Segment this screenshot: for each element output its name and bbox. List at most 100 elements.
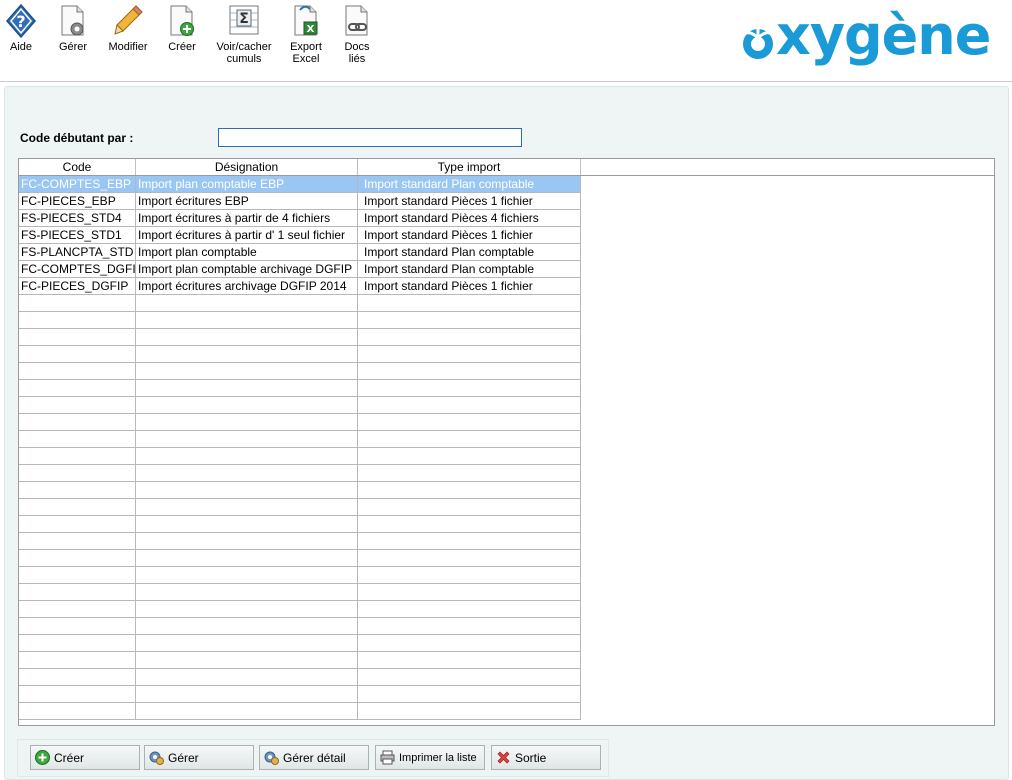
empty-table-row[interactable] [19, 295, 581, 312]
table-row[interactable]: FC-COMPTES_EBP Import plan comptable EBP I… [19, 176, 581, 193]
cell-code [19, 414, 136, 430]
cell-designation [136, 380, 358, 396]
cell-type-import: Import standard Pièces 1 fichier [358, 193, 581, 209]
cell-designation [136, 431, 358, 447]
cell-type-import [358, 397, 581, 413]
modify-toolbar-button[interactable]: Modifier [108, 2, 148, 53]
excel-export-icon: X [289, 2, 323, 40]
cell-type-import: Import standard Plan comptable [358, 244, 581, 260]
empty-table-row[interactable] [19, 499, 581, 516]
cell-designation [136, 601, 358, 617]
help-diamond-icon: ? [4, 2, 38, 40]
empty-table-row[interactable] [19, 312, 581, 329]
empty-table-row[interactable] [19, 431, 581, 448]
action-bar: Créer Gérer Gérer détail Imprimer la lis… [17, 739, 609, 777]
manage-button[interactable]: Gérer [144, 745, 254, 770]
cell-type-import [358, 652, 581, 668]
toggle-cumuls-button[interactable]: Σ Voir/cacher cumuls [215, 2, 273, 65]
table-row[interactable]: FC-PIECES_EBP Import écritures EBP Import … [19, 193, 581, 210]
cell-type-import [358, 703, 581, 719]
cell-designation: Import écritures EBP [136, 193, 358, 209]
cell-code: FC-COMPTES_EBP [19, 176, 136, 192]
empty-table-row[interactable] [19, 601, 581, 618]
cell-type-import [358, 414, 581, 430]
cell-code [19, 618, 136, 634]
cell-type-import [358, 482, 581, 498]
table-row[interactable]: FS-PIECES_STD4 Import écritures à partir … [19, 210, 581, 227]
printer-icon [380, 750, 395, 765]
cell-code: FS-PIECES_STD4 [19, 210, 136, 226]
help-button[interactable]: ? Aide [4, 2, 38, 53]
empty-table-row[interactable] [19, 584, 581, 601]
empty-table-row[interactable] [19, 618, 581, 635]
code-filter-input[interactable] [218, 128, 522, 147]
exit-button[interactable]: Sortie [491, 745, 601, 770]
empty-table-row[interactable] [19, 686, 581, 703]
export-excel-button[interactable]: X Export Excel [286, 2, 326, 65]
empty-table-row[interactable] [19, 533, 581, 550]
table-row[interactable]: FC-COMPTES_DGFIP Import plan comptable ar… [19, 261, 581, 278]
column-header-code[interactable]: Code [19, 159, 136, 175]
cell-type-import [358, 584, 581, 600]
column-header-designation[interactable]: Désignation [136, 159, 358, 175]
cell-designation: Import écritures à partir de 4 fichiers [136, 210, 358, 226]
linked-docs-button[interactable]: Docs liés [340, 2, 374, 65]
empty-table-row[interactable] [19, 380, 581, 397]
cell-designation [136, 584, 358, 600]
cell-code: FC-COMPTES_DGFIP [21, 261, 136, 277]
red-x-icon [496, 750, 511, 765]
empty-table-row[interactable] [19, 516, 581, 533]
column-header-type-import[interactable]: Type import [358, 159, 581, 175]
oxygene-logo: xygène [738, 6, 1003, 66]
table-header: Code Désignation Type import [19, 159, 994, 176]
cell-type-import [358, 618, 581, 634]
empty-table-row[interactable] [19, 635, 581, 652]
table-row[interactable]: FS-PLANCPTA_STD Import plan comptable Impo… [19, 244, 581, 261]
cell-code [19, 567, 136, 583]
cell-designation [136, 635, 358, 651]
cell-type-import [358, 295, 581, 311]
table-row[interactable]: FC-PIECES_DGFIP Import écritures archivag… [19, 278, 581, 295]
create-button[interactable]: Créer [30, 745, 140, 770]
logo-text: xygène [776, 4, 991, 67]
empty-table-row[interactable] [19, 448, 581, 465]
cell-type-import [358, 533, 581, 549]
cell-type-import [358, 669, 581, 685]
empty-table-row[interactable] [19, 414, 581, 431]
cell-designation [136, 465, 358, 481]
empty-table-row[interactable] [19, 652, 581, 669]
cell-designation [136, 346, 358, 362]
cell-type-import [358, 499, 581, 515]
create-toolbar-button[interactable]: Créer [165, 2, 199, 53]
cell-designation [136, 703, 358, 719]
empty-table-row[interactable] [19, 482, 581, 499]
cell-type-import [358, 431, 581, 447]
empty-table-row[interactable] [19, 346, 581, 363]
cell-type-import: Import standard Pièces 1 fichier [358, 278, 581, 294]
cell-designation [136, 414, 358, 430]
print-list-button[interactable]: Imprimer la liste [375, 745, 485, 770]
svg-text:?: ? [16, 12, 25, 31]
empty-table-row[interactable] [19, 550, 581, 567]
empty-table-row[interactable] [19, 465, 581, 482]
empty-table-row[interactable] [19, 397, 581, 414]
pencil-icon [111, 2, 145, 40]
cell-code [19, 363, 136, 379]
manage-toolbar-button[interactable]: Gérer [56, 2, 90, 53]
cell-code [19, 465, 136, 481]
cell-type-import [358, 312, 581, 328]
empty-table-row[interactable] [19, 567, 581, 584]
cell-code [19, 448, 136, 464]
empty-table-row[interactable] [19, 703, 581, 720]
table-row[interactable]: FS-PIECES_STD1 Import écritures à partir … [19, 227, 581, 244]
cell-designation: Import écritures à partir d' 1 seul fich… [136, 227, 358, 243]
empty-table-row[interactable] [19, 329, 581, 346]
document-gear-icon [56, 2, 90, 40]
cell-type-import [358, 601, 581, 617]
empty-table-row[interactable] [19, 363, 581, 380]
cell-type-import [358, 465, 581, 481]
manage-detail-button[interactable]: Gérer détail [259, 745, 369, 770]
cell-code: FC-PIECES_DGFIP [19, 278, 136, 294]
empty-table-row[interactable] [19, 669, 581, 686]
cell-type-import [358, 380, 581, 396]
